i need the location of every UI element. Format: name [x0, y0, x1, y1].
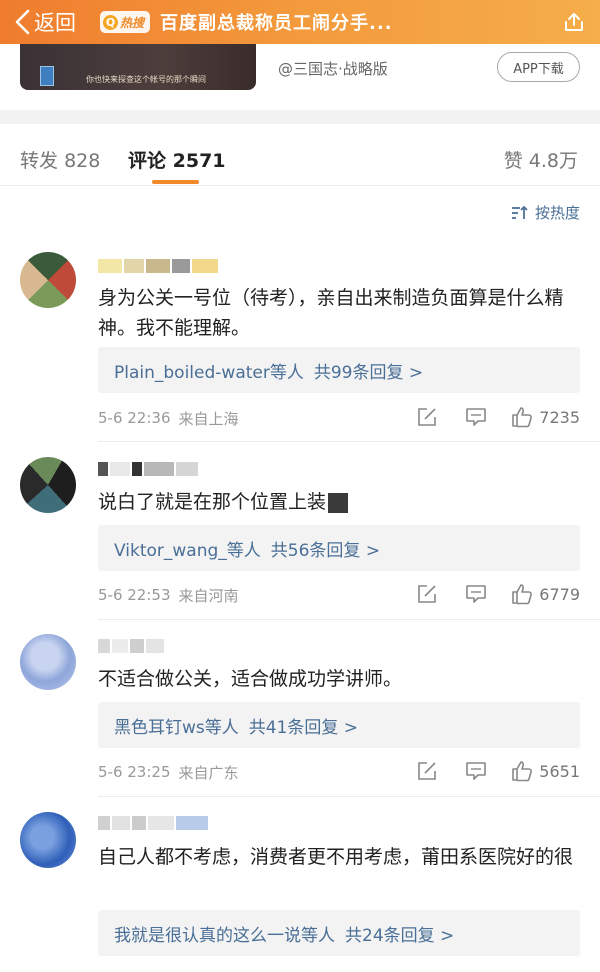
replies-user: Viktor_wang_等人 [114, 540, 261, 561]
share-icon [565, 13, 583, 31]
comment-text: 不适合做公关，适合做成功学讲师。 [98, 668, 403, 690]
like-count: 6779 [539, 584, 580, 604]
replies-count: 共24条回复 > [345, 925, 455, 946]
reply-icon [466, 585, 487, 603]
reply-button[interactable] [465, 407, 487, 427]
username[interactable] [98, 458, 200, 480]
tab-comment-label: 评论 [128, 150, 167, 172]
avatar[interactable] [20, 812, 76, 868]
hot-search-badge[interactable]: Q 热搜 [100, 11, 151, 33]
tab-repost-label: 转发 [20, 150, 59, 172]
app-download-button[interactable]: APP下载 [497, 52, 580, 82]
replies-user: Plain_boiled-water等人 [114, 362, 304, 383]
comment-text: 自己人都不考虑，消费者更不用考虑，莆田系医院好的很 [98, 846, 574, 868]
promo-source[interactable]: @三国志·战略版 [278, 58, 388, 79]
comment-actions: 6779 [417, 583, 580, 605]
reply-icon [466, 762, 487, 780]
edit-button[interactable] [417, 761, 437, 781]
sort-label: 按热度 [534, 204, 580, 222]
avatar[interactable] [20, 252, 76, 308]
replies-user: 黑色耳钉ws等人 [114, 717, 239, 738]
promo-card: 你也快来探查这个帐号的那个瞬间 @三国志·战略版 APP下载 [0, 44, 600, 110]
reply-button[interactable] [465, 761, 487, 781]
back-button[interactable]: 返回 [0, 0, 100, 44]
tab-bar: 转发 828 评论 2571 赞 4.8万 [0, 124, 600, 186]
replies-preview[interactable]: 我就是很认真的这么一说等人 共24条回复 > [98, 910, 580, 956]
edit-button[interactable] [417, 407, 437, 427]
username[interactable] [98, 255, 220, 277]
share-button[interactable] [554, 0, 594, 44]
hot-search-label: 热搜 [120, 15, 145, 30]
section-gap [0, 110, 600, 124]
edit-icon [418, 762, 437, 780]
comment-location: 来自河南 [178, 586, 239, 605]
comment-text: 身为公关一号位（待考），亲自出来制造负面算是什么精神。我不能理解。 [98, 287, 564, 339]
avatar[interactable] [20, 457, 76, 513]
replies-preview[interactable]: 黑色耳钉ws等人 共41条回复 > [98, 702, 580, 748]
like-icon [512, 761, 533, 782]
sort-icon [511, 205, 528, 219]
tab-comment-count: 2571 [172, 150, 226, 172]
like-button[interactable]: 7235 [511, 406, 580, 428]
promo-qr-icon [40, 66, 54, 86]
comment-divider [98, 619, 600, 620]
edit-icon [418, 408, 437, 426]
like-count: 7235 [539, 407, 580, 427]
reply-button[interactable] [465, 584, 487, 604]
promo-thumbnail[interactable]: 你也快来探查这个帐号的那个瞬间 [20, 44, 256, 90]
avatar[interactable] [20, 634, 76, 690]
comment-divider [98, 796, 600, 797]
active-tab-indicator [152, 180, 199, 184]
comment-location: 来自上海 [178, 409, 239, 428]
like-button[interactable]: 5651 [511, 760, 580, 782]
comment-actions: 5651 [417, 760, 580, 782]
comment-time: 5-6 23:25 [98, 763, 171, 781]
promo-caption: 你也快来探查这个帐号的那个瞬间 [86, 75, 206, 84]
edit-button[interactable] [417, 584, 437, 604]
tab-repost[interactable]: 转发 828 [20, 146, 100, 173]
comment-actions: 7235 [417, 406, 580, 428]
like-count: 5651 [539, 761, 580, 781]
replies-count: 共41条回复 > [248, 717, 359, 738]
comment-divider [98, 441, 600, 442]
like-icon [512, 407, 533, 428]
replies-preview[interactable]: Viktor_wang_等人 共56条回复 > [98, 525, 580, 571]
comment-text: 说白了就是在那个位置上装 [98, 487, 578, 517]
top-bar: 返回 Q 热搜 百度副总裁称员工闹分手... [0, 0, 600, 44]
like-icon [512, 584, 533, 605]
hot-search-icon: Q [103, 14, 118, 30]
like-button[interactable]: 6779 [511, 583, 580, 605]
tab-like-count: 4.8万 [528, 150, 578, 172]
redacted-block [328, 492, 349, 513]
tab-repost-count: 828 [64, 150, 101, 172]
comment-text-body: 说白了就是在那个位置上装 [98, 491, 327, 513]
replies-preview[interactable]: Plain_boiled-water等人 共99条回复 > [98, 347, 580, 393]
comment-time: 5-6 22:36 [98, 409, 171, 427]
sort-toggle[interactable]: 按热度 [511, 202, 580, 223]
username[interactable] [98, 635, 166, 657]
comment-time: 5-6 22:53 [98, 586, 171, 604]
replies-user: 我就是很认真的这么一说等人 [114, 925, 335, 946]
replies-count: 共99条回复 > [313, 362, 424, 383]
username[interactable] [98, 812, 210, 834]
tab-like-label: 赞 [503, 150, 523, 172]
comment-location: 来自广东 [178, 763, 239, 782]
back-chevron-icon [15, 9, 30, 35]
title-wrap: Q 热搜 百度副总裁称员工闹分手... [100, 9, 554, 35]
back-label: 返回 [34, 11, 76, 35]
replies-count: 共56条回复 > [270, 540, 381, 561]
tab-like[interactable]: 赞 4.8万 [504, 146, 578, 173]
page-title: 百度副总裁称员工闹分手... [160, 13, 393, 34]
edit-icon [418, 585, 437, 603]
reply-icon [466, 408, 487, 426]
